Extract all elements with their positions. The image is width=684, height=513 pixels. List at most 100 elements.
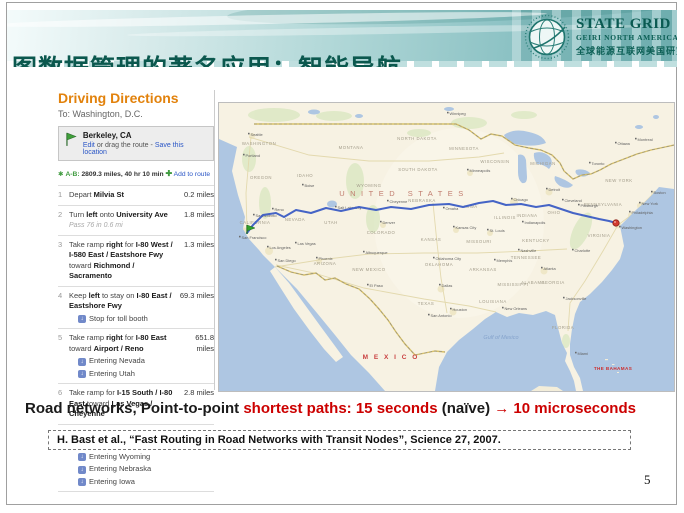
svg-text:Los Angeles: Los Angeles bbox=[270, 245, 291, 250]
step-number: 4 bbox=[58, 291, 69, 325]
svg-text:San Francisco: San Francisco bbox=[242, 235, 267, 240]
svg-text:NEW YORK: NEW YORK bbox=[605, 178, 632, 183]
svg-text:Winnipeg: Winnipeg bbox=[450, 111, 466, 116]
origin-links-text: or drag the route bbox=[95, 142, 151, 149]
entering-state-icon: ↓ bbox=[78, 466, 86, 474]
direction-step: 5Take ramp right for I-80 East toward Ai… bbox=[58, 329, 214, 384]
brand-subtitle: GEIRI NORTH AMERICA bbox=[576, 33, 677, 42]
svg-text:OREGON: OREGON bbox=[250, 175, 272, 180]
svg-text:Minneapolis: Minneapolis bbox=[470, 168, 491, 173]
us-route-map: WASHINGTONOREGONCALIFORNIANEVADAIDAHOMON… bbox=[218, 102, 675, 392]
entering-state-icon: ↓ bbox=[78, 358, 86, 366]
svg-text:Memphis: Memphis bbox=[497, 258, 513, 263]
svg-text:M E X I C O: M E X I C O bbox=[363, 354, 420, 361]
step-number: 1 bbox=[58, 190, 69, 201]
svg-text:Phoenix: Phoenix bbox=[319, 256, 333, 261]
svg-text:Cleveland: Cleveland bbox=[565, 198, 582, 203]
svg-text:MINNESOTA: MINNESOTA bbox=[449, 146, 479, 151]
svg-text:Seattle: Seattle bbox=[251, 132, 263, 137]
step-sub-item: ↓Entering Nebraska bbox=[78, 464, 176, 475]
step-distance: 1.8 miles bbox=[178, 210, 214, 231]
brand-name: STATE GRID bbox=[576, 17, 677, 32]
brand-subtitle-cn: 全球能源互联网美国研究院 bbox=[576, 44, 677, 57]
svg-text:New York: New York bbox=[642, 201, 658, 206]
directions-destination: To: Washington, D.C. bbox=[58, 109, 214, 119]
entering-state-icon: ↓ bbox=[78, 370, 86, 378]
direction-step: 3Take ramp right for I-80 West / I-580 E… bbox=[58, 236, 214, 287]
citation-box: H. Bast et al., “Fast Routing in Road Ne… bbox=[48, 430, 631, 450]
svg-text:WISCONSIN: WISCONSIN bbox=[480, 159, 509, 164]
page-number: 5 bbox=[644, 472, 651, 488]
step-sub-item: ↓Entering Utah bbox=[78, 369, 176, 380]
svg-text:Ottawa: Ottawa bbox=[618, 141, 631, 146]
svg-text:GEORGIA: GEORGIA bbox=[541, 280, 565, 285]
step-number: 2 bbox=[58, 210, 69, 231]
origin-card[interactable]: Berkeley, CA Edit or drag the route - Sa… bbox=[58, 126, 214, 161]
headline-segment: 10 microseconds bbox=[513, 400, 636, 417]
stategrid-globe-icon bbox=[524, 14, 570, 60]
headline-segment: Road networks, Point-to-point bbox=[25, 400, 243, 417]
headline-segment: shortest paths: 15 seconds bbox=[243, 400, 437, 417]
svg-text:MISSOURI: MISSOURI bbox=[466, 239, 491, 244]
svg-text:UTAH: UTAH bbox=[324, 220, 337, 225]
svg-text:St. Louis: St. Louis bbox=[490, 228, 505, 233]
route-distance-time: 2809.3 miles, 40 hr 10 min bbox=[80, 171, 166, 178]
edit-route-link[interactable]: Edit bbox=[83, 142, 95, 149]
svg-text:Detroit: Detroit bbox=[549, 187, 561, 192]
svg-text:Boston: Boston bbox=[654, 190, 666, 195]
end-marker-icon bbox=[613, 220, 619, 226]
svg-text:Oklahoma City: Oklahoma City bbox=[436, 256, 462, 261]
headline: Road networks, Point-to-point shortest p… bbox=[25, 400, 677, 417]
step-distance: 1.3 miles bbox=[178, 240, 214, 282]
step-instruction: Take ramp right for I-80 West / I-580 Ea… bbox=[69, 240, 178, 282]
stategrid-logo: STATE GRID GEIRI NORTH AMERICA 全球能源互联网美国… bbox=[524, 14, 677, 60]
svg-text:MICHIGAN: MICHIGAN bbox=[530, 161, 556, 166]
svg-text:VIRGINIA: VIRGINIA bbox=[588, 233, 611, 238]
svg-text:INDIANA: INDIANA bbox=[517, 213, 538, 218]
svg-text:Dallas: Dallas bbox=[442, 283, 453, 288]
svg-text:Omaha: Omaha bbox=[446, 206, 460, 211]
step-sub-item: ↓Entering Iowa bbox=[78, 477, 176, 488]
svg-text:San Diego: San Diego bbox=[278, 258, 296, 263]
svg-text:El Paso: El Paso bbox=[370, 283, 383, 288]
step-instruction: Depart Milvia St bbox=[69, 190, 178, 201]
step-distance: 0.2 miles bbox=[178, 190, 214, 201]
svg-text:Reno: Reno bbox=[275, 207, 284, 212]
entering-state-icon: ↓ bbox=[78, 315, 86, 323]
svg-text:Montreal: Montreal bbox=[638, 137, 653, 142]
svg-text:New Orleans: New Orleans bbox=[505, 306, 528, 311]
svg-text:KANSAS: KANSAS bbox=[421, 237, 441, 242]
route-star-icon: ✱ bbox=[58, 171, 64, 178]
headline-segment: → bbox=[494, 400, 513, 417]
step-note: Pass 76 in 0.6 mi bbox=[69, 221, 176, 231]
svg-text:THE BAHAMAS: THE BAHAMAS bbox=[594, 366, 632, 371]
add-to-route-link[interactable]: Add to route bbox=[172, 171, 210, 178]
svg-text:NORTH DAKOTA: NORTH DAKOTA bbox=[397, 136, 437, 141]
route-summary: ✱ A-B: 2809.3 miles, 40 hr 10 min ✚ Add … bbox=[58, 169, 214, 178]
stategrid-logo-text: STATE GRID GEIRI NORTH AMERICA 全球能源互联网美国… bbox=[576, 14, 677, 60]
svg-text:Nashville: Nashville bbox=[521, 248, 537, 253]
entering-state-icon: ↓ bbox=[78, 453, 86, 461]
svg-text:OHIO: OHIO bbox=[548, 210, 561, 215]
svg-text:Charlotte: Charlotte bbox=[575, 248, 591, 253]
origin-links: Edit or drag the route - Save this locat… bbox=[83, 142, 208, 156]
entering-state-icon: ↓ bbox=[78, 478, 86, 486]
svg-text:Toronto: Toronto bbox=[592, 161, 605, 166]
step-distance: 651.8 miles bbox=[178, 333, 214, 379]
svg-text:Houston: Houston bbox=[453, 307, 468, 312]
header-band: 图数据管理的著名应用：智能导航 STATE GRID GEIRI NORTH A… bbox=[7, 10, 677, 67]
svg-text:Gulf of Mexico: Gulf of Mexico bbox=[483, 335, 518, 341]
svg-text:Las Vegas: Las Vegas bbox=[298, 241, 316, 246]
svg-text:Atlanta: Atlanta bbox=[544, 266, 557, 271]
svg-text:TEXAS: TEXAS bbox=[418, 301, 435, 306]
map-canvas: WASHINGTONOREGONCALIFORNIANEVADAIDAHOMON… bbox=[219, 103, 674, 391]
svg-text:NEW MEXICO: NEW MEXICO bbox=[352, 267, 385, 272]
directions-title: Driving Directions bbox=[58, 90, 214, 106]
step-sub-item: ↓Stop for toll booth bbox=[78, 314, 176, 325]
svg-text:COLORADO: COLORADO bbox=[367, 230, 396, 235]
start-flag-icon bbox=[64, 131, 78, 147]
svg-text:ARKANSAS: ARKANSAS bbox=[469, 267, 496, 272]
driving-directions-panel: Driving Directions To: Washington, D.C. … bbox=[58, 90, 215, 390]
svg-text:Miami: Miami bbox=[578, 351, 589, 356]
origin-name: Berkeley, CA bbox=[83, 131, 208, 140]
